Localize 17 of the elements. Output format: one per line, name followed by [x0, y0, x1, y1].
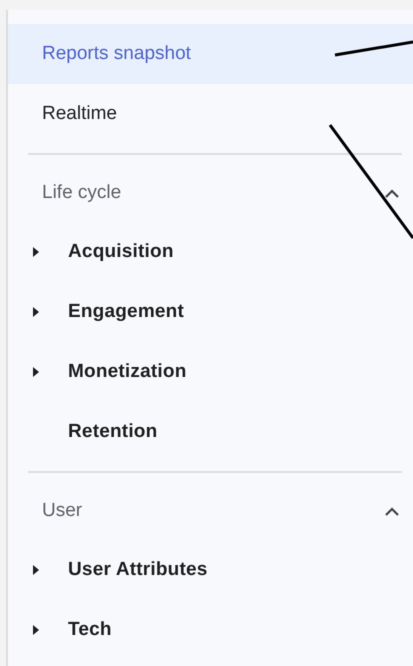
nav-item[interactable]: Acquisition	[68, 241, 174, 263]
nav-item[interactable]: User Attributes	[68, 559, 208, 581]
expand-arrow-icon[interactable]	[33, 307, 39, 317]
expand-arrow-icon[interactable]	[33, 625, 39, 635]
nav-item[interactable]: Retention	[68, 421, 158, 443]
nav-item[interactable]: Realtime	[8, 84, 413, 144]
nav-item[interactable]: Engagement	[68, 301, 184, 323]
nav-item[interactable]: Reports snapshot	[8, 24, 413, 84]
expand-arrow-icon[interactable]	[33, 247, 39, 257]
expand-arrow-icon[interactable]	[33, 367, 39, 377]
section-title: Life cycle	[42, 182, 122, 204]
section-title: User	[42, 500, 82, 522]
nav-item[interactable]: Monetization	[68, 361, 186, 383]
chevron-up-icon[interactable]	[385, 506, 399, 516]
expand-arrow-icon[interactable]	[33, 565, 39, 575]
chevron-up-icon[interactable]	[385, 188, 399, 198]
nav-item[interactable]: Tech	[68, 619, 112, 641]
